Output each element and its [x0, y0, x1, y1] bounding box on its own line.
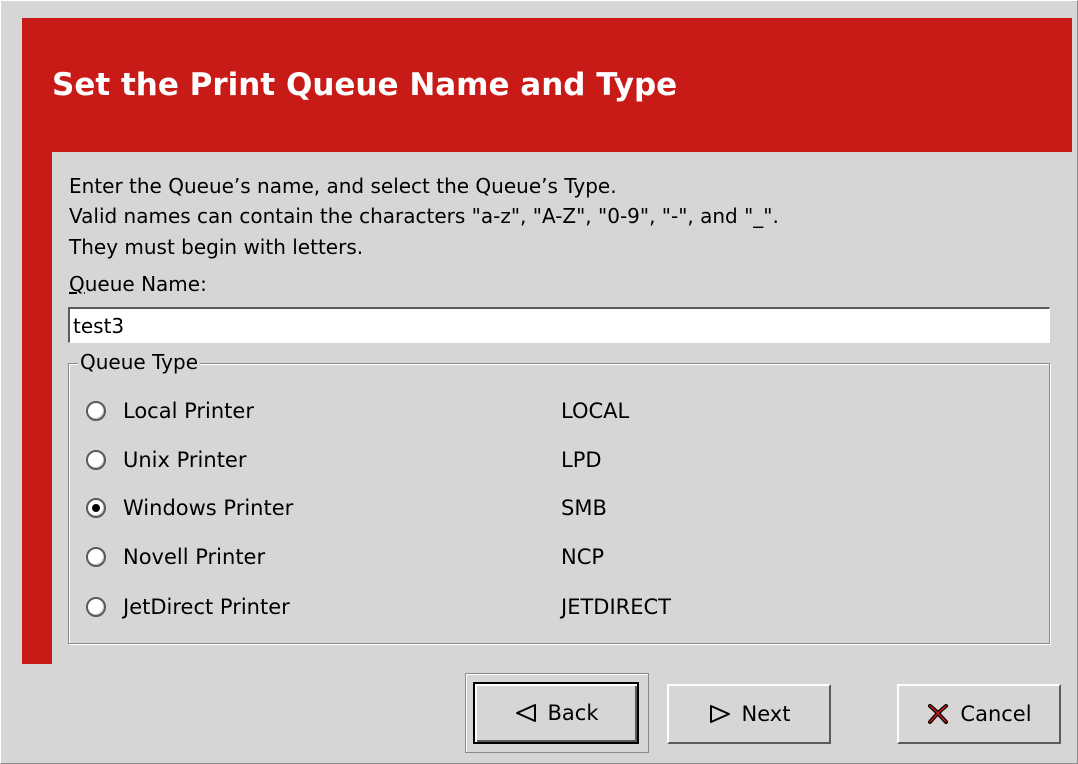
druid-window: Set the Print Queue Name and Type Enter …	[0, 0, 1078, 764]
radio-button-jetdirect[interactable]	[86, 597, 106, 617]
queue-type-code-jetdirect: JETDIRECT	[561, 595, 672, 619]
queue-name-label-text: ueue Name:	[84, 272, 207, 296]
radio-button-novell[interactable]	[86, 547, 106, 567]
radio-row-novell[interactable]: Novell Printer NCP	[86, 543, 986, 575]
radio-button-local[interactable]	[86, 401, 106, 421]
x-cancel-icon	[926, 702, 950, 726]
radio-label-jetdirect[interactable]: JetDirect Printer	[123, 593, 290, 621]
radio-row-windows[interactable]: Windows Printer SMB	[86, 494, 986, 526]
intro-text-line-3: They must begin with letters.	[69, 235, 364, 259]
back-button-label: Back	[547, 701, 599, 725]
radio-row-local[interactable]: Local Printer LOCAL	[86, 397, 986, 429]
left-arrow-icon	[514, 703, 538, 723]
radio-button-windows[interactable]	[86, 498, 106, 518]
intro-text-line-2: Valid names can contain the characters "…	[69, 204, 779, 228]
next-button-label: Next	[741, 702, 791, 726]
queue-type-code-local: LOCAL	[561, 399, 630, 423]
back-button[interactable]: Back	[473, 682, 639, 744]
radio-label-local[interactable]: Local Printer	[123, 397, 254, 425]
next-button[interactable]: Next	[667, 684, 831, 744]
radio-row-jetdirect[interactable]: JetDirect Printer JETDIRECT	[86, 593, 986, 625]
intro-text-line-1: Enter the Queue’s name, and select the Q…	[69, 174, 617, 198]
queue-name-label-mnemonic: Q	[69, 272, 85, 296]
radio-label-unix[interactable]: Unix Printer	[123, 446, 246, 474]
queue-type-legend: Queue Type	[78, 349, 200, 375]
queue-type-code-unix: LPD	[561, 448, 602, 472]
page-title: Set the Print Queue Name and Type	[52, 67, 678, 103]
queue-name-label: Queue Name:	[69, 271, 207, 297]
radio-button-unix[interactable]	[86, 450, 106, 470]
right-arrow-icon	[708, 704, 732, 724]
queue-name-input[interactable]	[68, 307, 1050, 343]
radio-label-windows[interactable]: Windows Printer	[123, 494, 293, 522]
radio-row-unix[interactable]: Unix Printer LPD	[86, 446, 986, 478]
cancel-button[interactable]: Cancel	[897, 684, 1061, 744]
queue-type-code-novell: NCP	[561, 545, 605, 569]
queue-type-code-windows: SMB	[561, 496, 607, 520]
radio-label-novell[interactable]: Novell Printer	[123, 543, 265, 571]
cancel-button-label: Cancel	[960, 702, 1032, 726]
